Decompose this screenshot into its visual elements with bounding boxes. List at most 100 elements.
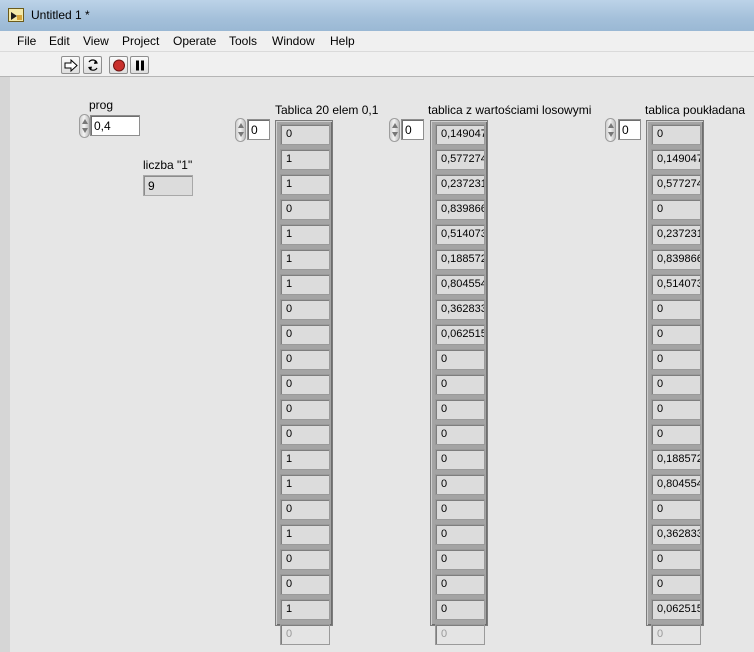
array-3-element: 0,804554 [651, 474, 701, 495]
increment-arrow-icon [392, 123, 398, 128]
liczba-label: liczba "1" [143, 158, 193, 172]
array-1-element: 0 [280, 199, 330, 220]
run-continuously-button[interactable] [83, 56, 102, 74]
pause-icon [136, 60, 144, 71]
array-3-element: 0 [651, 624, 701, 645]
array-1-element: 1 [280, 474, 330, 495]
array-2-element: 0 [435, 374, 485, 395]
menu-help[interactable]: Help [330, 34, 355, 48]
array-3-element: 0 [651, 549, 701, 570]
prog-increment-decrement[interactable] [79, 114, 90, 138]
array-2-label: tablica z wartościami losowymi [428, 103, 592, 117]
array-1-element: 0 [280, 399, 330, 420]
menu-view[interactable]: View [83, 34, 109, 48]
array-3-element: 0,237231 [651, 224, 701, 245]
array-3-element: 0 [651, 299, 701, 320]
abort-button[interactable] [109, 56, 128, 74]
array-3-element: 0,062515 [651, 599, 701, 620]
title-bar: Untitled 1 * [0, 0, 754, 31]
array-2-element: 0 [435, 624, 485, 645]
array-3-element: 0 [651, 124, 701, 145]
decrement-arrow-icon [392, 132, 398, 137]
array-3-element: 0 [651, 199, 701, 220]
toolbar [0, 52, 754, 77]
menu-file[interactable]: File [17, 34, 36, 48]
menu-project[interactable]: Project [122, 34, 159, 48]
liczba-indicator: 9 [143, 175, 193, 196]
menu-bar: File Edit View Project Operate Tools Win… [0, 31, 754, 52]
abort-icon [113, 59, 125, 72]
menu-tools[interactable]: Tools [229, 34, 257, 48]
decrement-arrow-icon [238, 132, 244, 137]
array-2-element: 0 [435, 424, 485, 445]
menu-window[interactable]: Window [272, 34, 315, 48]
array-1-element: 1 [280, 449, 330, 470]
array-1-element: 1 [280, 599, 330, 620]
menu-operate[interactable]: Operate [173, 34, 216, 48]
array-2-element: 0 [435, 524, 485, 545]
array-1-element: 0 [280, 424, 330, 445]
array-2-element: 0,149047 [435, 124, 485, 145]
array-1-element: 0 [280, 324, 330, 345]
run-arrow-icon [64, 59, 78, 72]
array-2-element: 0 [435, 399, 485, 420]
array-2-element: 0,237231 [435, 174, 485, 195]
array-2-index-spinner[interactable] [389, 118, 400, 142]
array-3-element: 0 [651, 349, 701, 370]
array-3-frame: 0 0,149047 0,577274 0 0,237231 0,839866 0,5140… [646, 120, 704, 645]
array-1-frame: 0 1 1 0 1 1 1 0 0 0 0 0 0 1 1 0 1 0 0 1 0 [275, 120, 333, 645]
array-1-element: 0 [280, 299, 330, 320]
array-2-element: 0,839866 [435, 199, 485, 220]
array-1-element: 1 [280, 224, 330, 245]
array-1-label: Tablica 20 elem 0,1 [275, 103, 379, 117]
array-2-element: 0,577274 [435, 149, 485, 170]
array-1-element: 0 [280, 124, 330, 145]
array-3-element: 0,514073 [651, 274, 701, 295]
array-2-element: 0,514073 [435, 224, 485, 245]
array-2-index-input[interactable]: 0 [401, 119, 424, 140]
array-3-element: 0,839866 [651, 249, 701, 270]
prog-input[interactable]: 0,4 [90, 115, 140, 136]
labview-vi-icon [8, 8, 24, 22]
array-3-index-spinner[interactable] [605, 118, 616, 142]
array-2-element: 0,804554 [435, 274, 485, 295]
increment-arrow-icon [82, 119, 88, 124]
background-window-menu [92, 4, 96, 16]
array-1-index-spinner[interactable] [235, 118, 246, 142]
array-3-element: 0 [651, 324, 701, 345]
array-1-index-input[interactable]: 0 [247, 119, 270, 140]
array-2-element: 0 [435, 599, 485, 620]
menu-edit[interactable]: Edit [49, 34, 70, 48]
array-2-element: 0 [435, 449, 485, 470]
array-2-element: 0 [435, 574, 485, 595]
array-3-element: 0 [651, 424, 701, 445]
array-1-element: 1 [280, 174, 330, 195]
array-1-element: 1 [280, 249, 330, 270]
array-2-element: 0,188572 [435, 249, 485, 270]
pause-button[interactable] [130, 56, 149, 74]
array-1-element: 1 [280, 524, 330, 545]
array-3-element: 0,149047 [651, 149, 701, 170]
increment-arrow-icon [238, 123, 244, 128]
decrement-arrow-icon [608, 132, 614, 137]
array-1-element: 0 [280, 499, 330, 520]
array-3-label: tablica poukładana [645, 103, 746, 117]
array-2-element: 0 [435, 499, 485, 520]
array-2-element: 0,062515 [435, 324, 485, 345]
run-button[interactable] [61, 56, 80, 74]
run-continuously-icon [88, 59, 98, 71]
array-3-element: 0,362833 [651, 524, 701, 545]
array-1-element: 1 [280, 149, 330, 170]
array-3-element: 0 [651, 374, 701, 395]
array-2-element: 0 [435, 549, 485, 570]
array-1-element: 0 [280, 374, 330, 395]
array-2-element: 0,362833 [435, 299, 485, 320]
array-3-index-input[interactable]: 0 [618, 119, 641, 140]
array-1-element: 0 [280, 349, 330, 370]
array-3-element: 0 [651, 499, 701, 520]
front-panel [0, 77, 754, 652]
array-2-frame: 0,149047 0,577274 0,237231 0,839866 0,514073… [430, 120, 488, 645]
decrement-arrow-icon [82, 128, 88, 133]
array-3-element: 0,577274 [651, 174, 701, 195]
array-1-element: 0 [280, 624, 330, 645]
